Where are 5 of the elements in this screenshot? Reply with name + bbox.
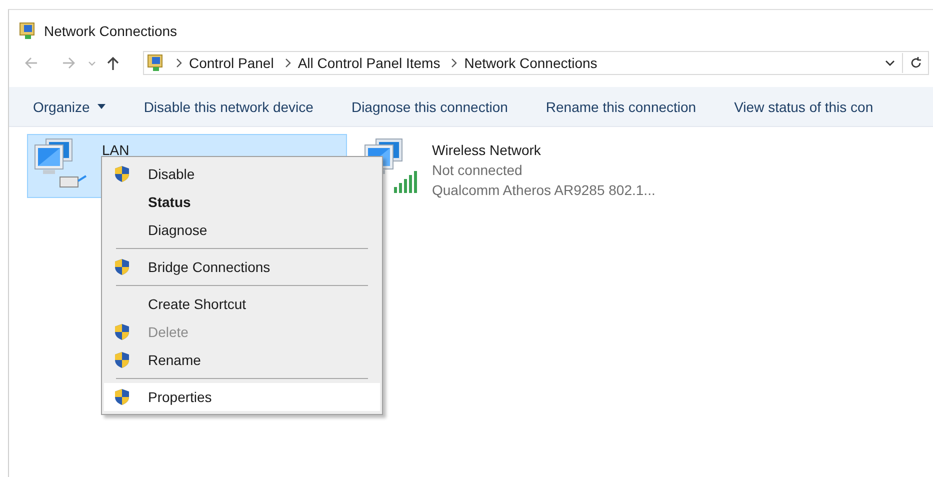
connection-name: Wireless Network [432, 141, 542, 160]
connection-detail: Qualcomm Atheros AR9285 802.1... [432, 181, 656, 200]
window-title: Network Connections [44, 23, 178, 39]
connection-name: LAN [102, 141, 130, 160]
connection-detail: Not connected [432, 161, 524, 180]
